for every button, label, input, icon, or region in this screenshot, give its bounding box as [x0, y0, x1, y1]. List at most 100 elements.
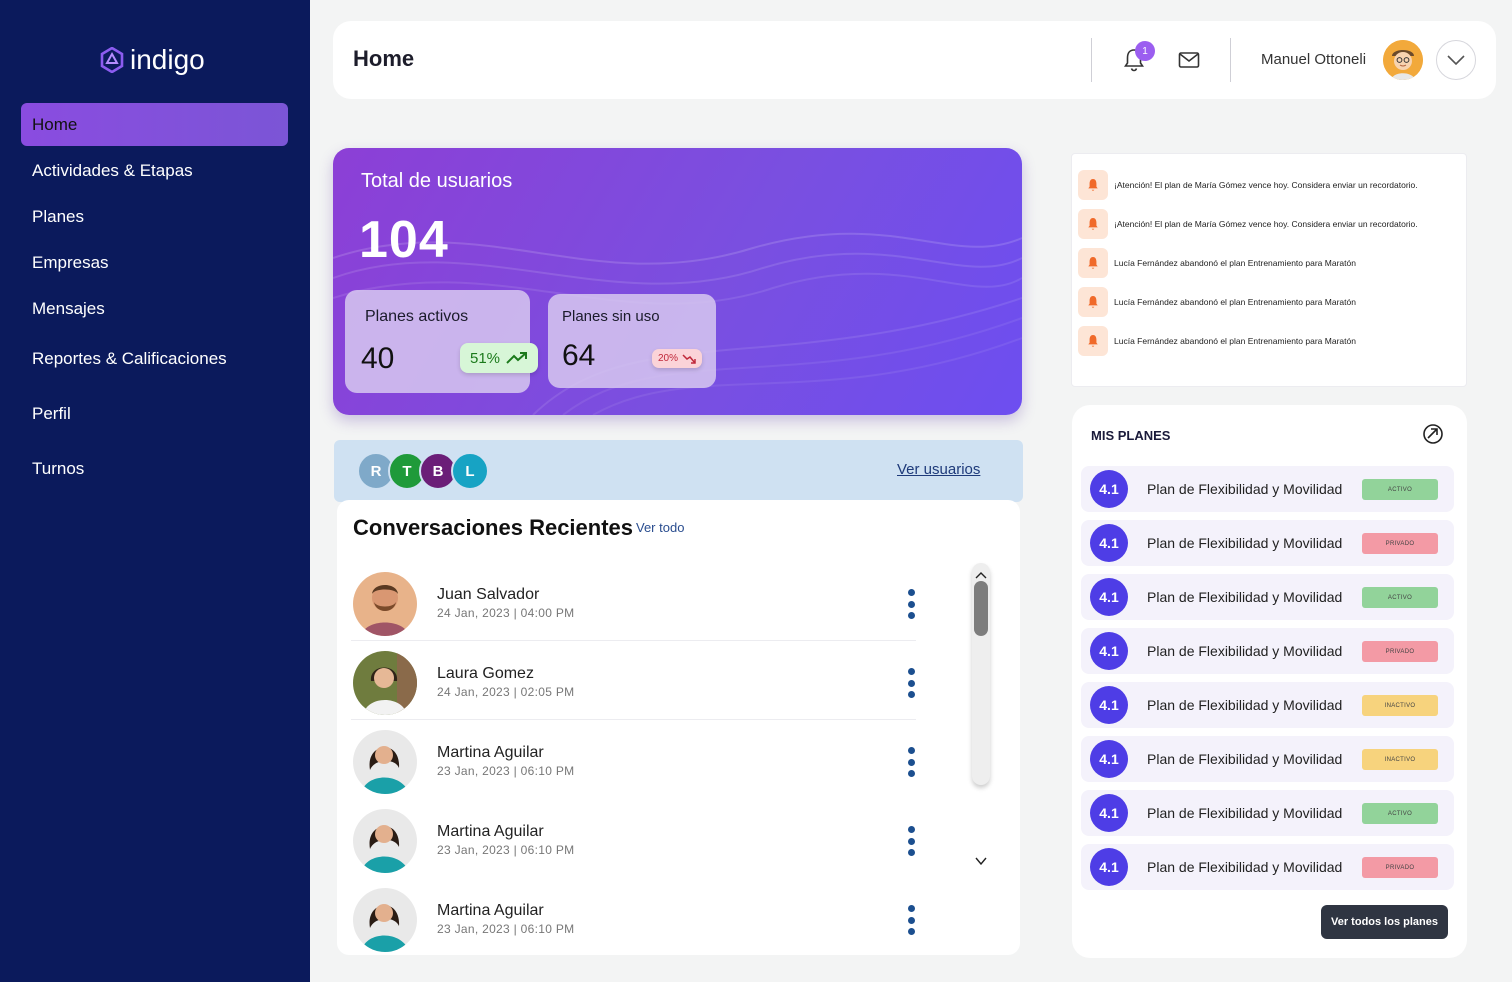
sidebar-item-empresas[interactable]: Empresas — [21, 241, 288, 284]
plan-row[interactable]: 4.1 Plan de Flexibilidad y Movilidad INA… — [1081, 682, 1454, 728]
page-title: Home — [353, 46, 415, 71]
plan-row[interactable]: 4.1 Plan de Flexibilidad y Movilidad ACT… — [1081, 790, 1454, 836]
total-users-value: 104 — [359, 211, 449, 269]
header-divider-2 — [1230, 38, 1231, 82]
conversations-title: Conversaciones Recientes — [353, 515, 634, 540]
users-strip: R T B L Ver usuarios — [334, 440, 1023, 502]
sidebar: indigo Home Actividades & Etapas Planes … — [0, 0, 310, 982]
sidebar-item-perfil[interactable]: Perfil — [21, 392, 288, 435]
plan-rating: 4.1 — [1090, 848, 1128, 886]
link-icon[interactable] — [1422, 423, 1444, 445]
conversation-row[interactable]: Martina Aguilar 23 Jan, 2023 | 06:10 PM — [351, 799, 916, 878]
alert-bell-icon — [1078, 287, 1108, 317]
sidebar-item-planes[interactable]: Planes — [21, 195, 288, 238]
user-menu-button[interactable] — [1436, 40, 1476, 80]
trend-up-icon — [506, 352, 528, 364]
user-name[interactable]: Manuel Ottoneli — [1261, 51, 1366, 68]
plan-rating: 4.1 — [1090, 794, 1128, 832]
conversation-date: 23 Jan, 2023 | 06:10 PM — [437, 843, 575, 857]
conversation-row[interactable]: Martina Aguilar 23 Jan, 2023 | 06:10 PM — [351, 720, 916, 799]
more-options-icon[interactable] — [907, 905, 915, 935]
conversation-row[interactable]: Laura Gomez 24 Jan, 2023 | 02:05 PM — [351, 641, 916, 720]
status-badge: ACTIVO — [1362, 479, 1438, 500]
conversation-avatar — [353, 572, 417, 636]
notifications-panel: ¡Atención! El plan de María Gómez vence … — [1071, 153, 1467, 387]
conversation-name: Martina Aguilar — [437, 902, 544, 919]
status-badge: ACTIVO — [1362, 587, 1438, 608]
more-options-icon[interactable] — [907, 668, 915, 698]
chevron-down-icon[interactable] — [975, 857, 987, 865]
chevron-down-icon — [1447, 55, 1465, 65]
plan-row[interactable]: 4.1 Plan de Flexibilidad y Movilidad INA… — [1081, 736, 1454, 782]
person-photo-icon — [353, 730, 417, 794]
person-photo-icon — [353, 809, 417, 873]
conversation-date: 24 Jan, 2023 | 04:00 PM — [437, 606, 575, 620]
total-users-card: Total de usuarios 104 Planes activos 40 … — [333, 148, 1022, 415]
plan-name: Plan de Flexibilidad y Movilidad — [1147, 643, 1343, 659]
active-plans-card[interactable]: Planes activos 40 — [345, 290, 530, 393]
status-badge: PRIVADO — [1362, 641, 1438, 662]
more-options-icon[interactable] — [907, 747, 915, 777]
notification-badge: 1 — [1135, 41, 1155, 61]
notification-item[interactable]: Lucía Fernández abandonó el plan Entrena… — [1078, 247, 1356, 279]
status-badge: INACTIVO — [1362, 695, 1438, 716]
notification-text: Lucía Fernández abandonó el plan Entrena… — [1114, 297, 1356, 307]
plan-row[interactable]: 4.1 Plan de Flexibilidad y Movilidad PRI… — [1081, 520, 1454, 566]
mail-icon[interactable] — [1178, 51, 1200, 69]
conversation-avatar — [353, 651, 417, 715]
conversation-date: 23 Jan, 2023 | 06:10 PM — [437, 922, 575, 936]
scrollbar-thumb[interactable] — [974, 581, 988, 636]
user-avatar[interactable] — [1383, 40, 1423, 80]
active-plans-label: Planes activos — [365, 308, 469, 325]
unused-plans-card[interactable]: Planes sin uso 64 — [548, 294, 716, 388]
more-options-icon[interactable] — [907, 589, 915, 619]
view-users-link[interactable]: Ver usuarios — [897, 461, 980, 478]
conversation-avatar — [353, 888, 417, 952]
conversation-name: Martina Aguilar — [437, 823, 544, 840]
view-all-plans-button[interactable]: Ver todos los planes — [1321, 905, 1448, 939]
logo-text: indigo — [130, 44, 205, 75]
plan-row[interactable]: 4.1 Plan de Flexibilidad y Movilidad PRI… — [1081, 844, 1454, 890]
plan-name: Plan de Flexibilidad y Movilidad — [1147, 805, 1343, 821]
sidebar-item-actividades[interactable]: Actividades & Etapas — [21, 149, 288, 192]
logo[interactable]: indigo — [100, 44, 205, 76]
plan-rating: 4.1 — [1090, 470, 1128, 508]
plan-name: Plan de Flexibilidad y Movilidad — [1147, 535, 1343, 551]
view-all-link[interactable]: Ver todo — [636, 520, 684, 535]
user-avatar-l[interactable]: L — [451, 452, 489, 490]
conversation-avatar — [353, 809, 417, 873]
more-options-icon[interactable] — [907, 826, 915, 856]
sidebar-item-turnos[interactable]: Turnos — [21, 447, 288, 490]
plan-rating: 4.1 — [1090, 524, 1128, 562]
conversation-name: Martina Aguilar — [437, 744, 544, 761]
sidebar-item-reportes[interactable]: Reportes & Calificaciones — [21, 337, 288, 380]
plan-row[interactable]: 4.1 Plan de Flexibilidad y Movilidad PRI… — [1081, 628, 1454, 674]
conversation-row[interactable]: Martina Aguilar 23 Jan, 2023 | 06:10 PM — [351, 878, 916, 955]
plan-row[interactable]: 4.1 Plan de Flexibilidad y Movilidad ACT… — [1081, 574, 1454, 620]
conversation-row[interactable]: Juan Salvador 24 Jan, 2023 | 04:00 PM — [351, 562, 916, 641]
chevron-up-icon[interactable] — [975, 571, 987, 579]
active-plans-change: 51% — [470, 349, 501, 367]
sidebar-item-home[interactable]: Home — [21, 103, 288, 146]
recent-conversations-card: Conversaciones Recientes Ver todo Juan S… — [337, 500, 1020, 955]
unused-plans-change: 20% — [658, 353, 679, 364]
plan-rating: 4.1 — [1090, 686, 1128, 724]
notification-item[interactable]: Lucía Fernández abandonó el plan Entrena… — [1078, 286, 1356, 318]
notification-item[interactable]: ¡Atención! El plan de María Gómez vence … — [1078, 208, 1418, 240]
conversation-date: 24 Jan, 2023 | 02:05 PM — [437, 685, 575, 699]
conversation-name: Laura Gomez — [437, 665, 534, 682]
plan-name: Plan de Flexibilidad y Movilidad — [1147, 859, 1343, 875]
active-plans-trend-badge: 51% — [460, 343, 539, 373]
sidebar-item-mensajes[interactable]: Mensajes — [21, 287, 288, 330]
scrollbar[interactable] — [972, 563, 990, 785]
unused-plans-label: Planes sin uso — [562, 308, 660, 325]
conversation-avatar — [353, 730, 417, 794]
notification-item[interactable]: Lucía Fernández abandonó el plan Entrena… — [1078, 325, 1356, 357]
unused-plans-trend-badge: 20% — [652, 349, 703, 368]
conversation-date: 23 Jan, 2023 | 06:10 PM — [437, 764, 575, 778]
total-users-label: Total de usuarios — [361, 170, 513, 192]
plan-row[interactable]: 4.1 Plan de Flexibilidad y Movilidad ACT… — [1081, 466, 1454, 512]
plan-rating: 4.1 — [1090, 632, 1128, 670]
plan-rating: 4.1 — [1090, 578, 1128, 616]
notification-item[interactable]: ¡Atención! El plan de María Gómez vence … — [1078, 169, 1418, 201]
